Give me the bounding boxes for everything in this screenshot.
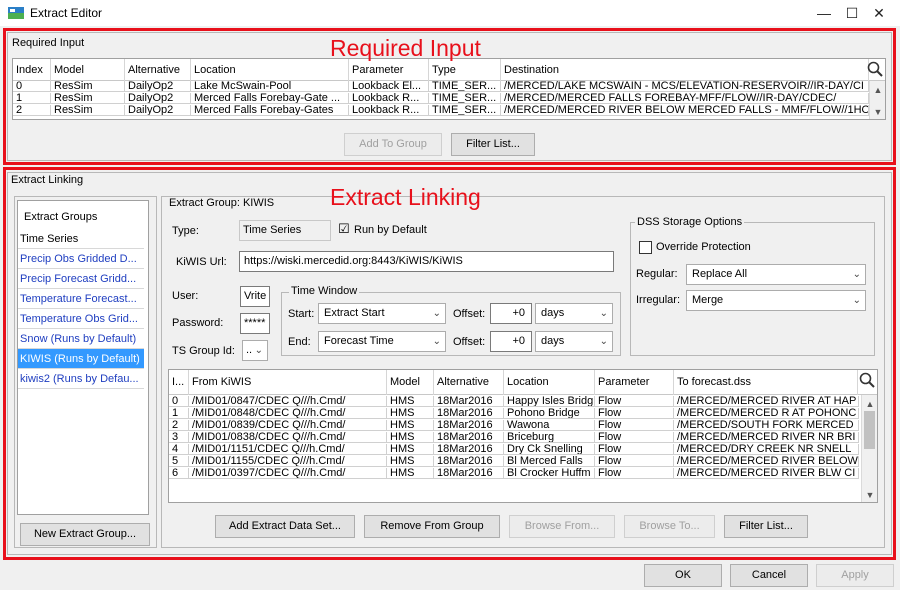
ok-button[interactable]: OK	[644, 564, 722, 587]
cancel-button[interactable]: Cancel	[730, 564, 808, 587]
extract-linking-highlight	[3, 167, 896, 560]
window-title: Extract Editor	[30, 6, 103, 20]
apply-button[interactable]: Apply	[816, 564, 894, 587]
required-input-annotation: Required Input	[330, 35, 481, 61]
close-button[interactable]: ✕	[857, 0, 900, 26]
app-icon	[8, 7, 24, 19]
extract-linking-annotation: Extract Linking	[330, 184, 481, 210]
title-bar	[0, 0, 900, 26]
